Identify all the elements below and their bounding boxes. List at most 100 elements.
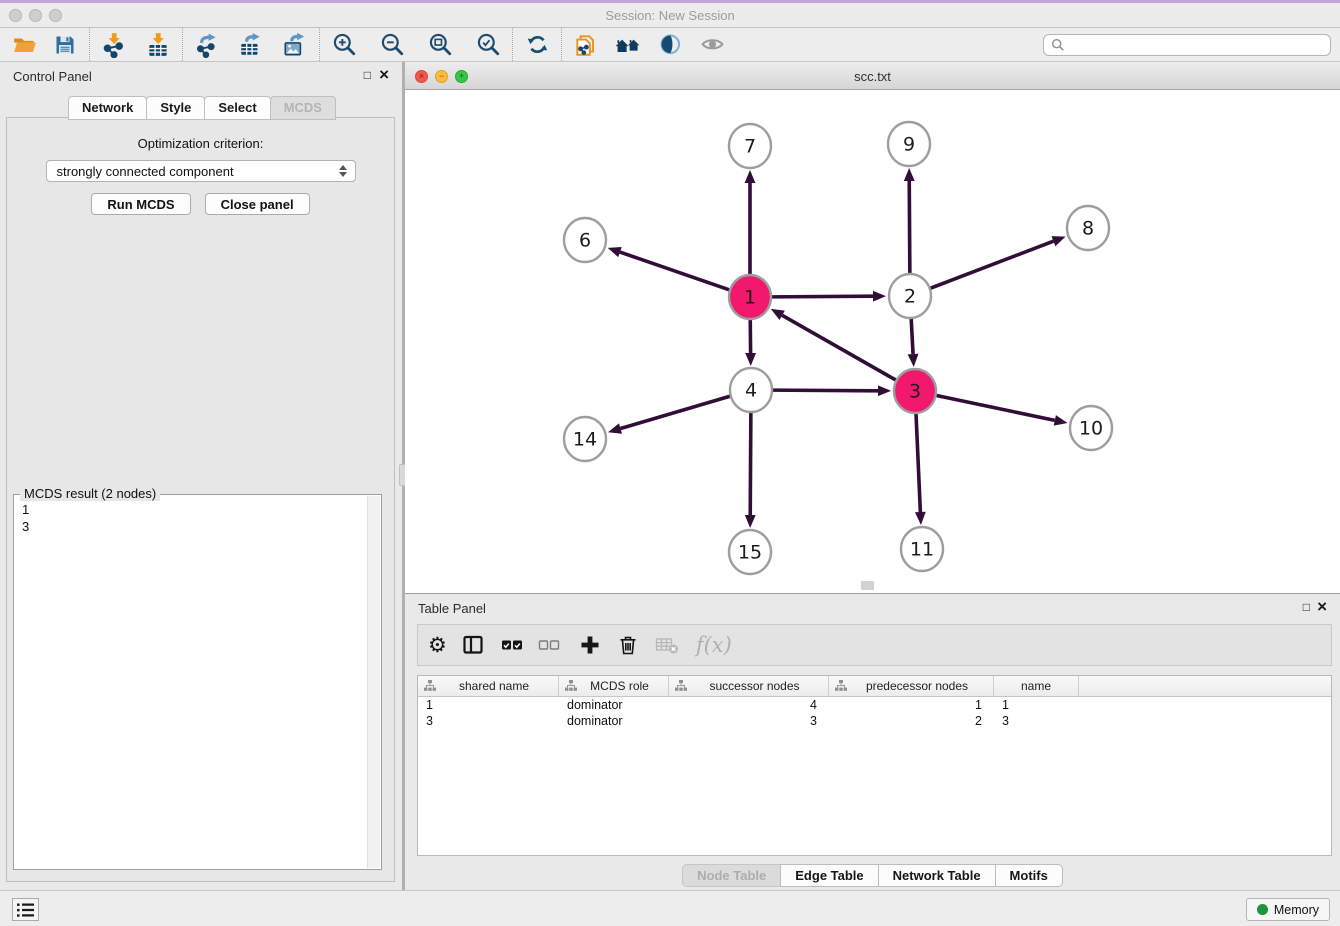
float-table-panel-icon[interactable]: □ xyxy=(1303,600,1310,614)
cell-predecessor-nodes[interactable]: 1 xyxy=(829,698,994,712)
app-titlebar: Session: New Session xyxy=(0,0,1340,28)
tab-edge-table[interactable]: Edge Table xyxy=(780,864,878,887)
graph-node-label: 8 xyxy=(1082,218,1094,240)
graph-edge-arrowhead xyxy=(1052,236,1066,246)
open-session-icon[interactable] xyxy=(10,30,40,60)
app-title: Session: New Session xyxy=(0,8,1340,23)
graph-edge-1-2[interactable] xyxy=(772,296,873,297)
run-mcds-button[interactable]: Run MCDS xyxy=(91,193,190,215)
refresh-icon[interactable] xyxy=(522,30,552,60)
export-image-icon[interactable] xyxy=(280,30,310,60)
cell-successor-nodes[interactable]: 4 xyxy=(669,698,829,712)
graph-edge-3-11[interactable] xyxy=(916,413,920,512)
table-panel-title: Table Panel xyxy=(418,601,486,616)
graph-edge-4-14[interactable] xyxy=(620,396,729,428)
graph-edge-2-8[interactable] xyxy=(931,241,1054,288)
tab-mcds[interactable]: MCDS xyxy=(270,96,336,120)
search-icon xyxy=(1051,38,1065,52)
table-settings-gear-icon[interactable]: ⚙ xyxy=(428,630,447,660)
graph-node-label: 14 xyxy=(573,429,597,451)
vizmapper-icon[interactable] xyxy=(655,30,685,60)
close-panel-icon[interactable]: × xyxy=(379,65,389,85)
delete-trash-icon[interactable] xyxy=(618,630,638,660)
float-panel-icon[interactable]: □ xyxy=(364,68,371,82)
column-hierarchy-icon xyxy=(424,680,436,692)
column-hierarchy-icon xyxy=(565,680,577,692)
zoom-in-icon[interactable] xyxy=(329,30,359,60)
graph-edge-arrowhead xyxy=(608,247,622,257)
graph-edge-arrowhead xyxy=(608,423,622,433)
graph-node-label: 1 xyxy=(744,287,756,309)
import-table-icon[interactable] xyxy=(143,30,173,60)
cell-shared-name[interactable]: 3 xyxy=(418,714,559,728)
result-line: 1 xyxy=(22,501,381,518)
zoom-fit-icon[interactable] xyxy=(425,30,455,60)
graph-edge-3-10[interactable] xyxy=(937,396,1055,421)
function-fx-icon: f(x) xyxy=(696,630,732,660)
graph-edge-2-3[interactable] xyxy=(911,318,913,354)
graph-node-label: 3 xyxy=(909,381,921,403)
cell-mcds-role[interactable]: dominator xyxy=(559,698,669,712)
network-graph[interactable]: 7968124314101511 xyxy=(405,90,1340,593)
titlebar-accent xyxy=(0,0,1340,3)
column-header-mcds-role[interactable]: MCDS role xyxy=(559,676,669,696)
network-window-titlebar[interactable]: × − + scc.txt xyxy=(405,62,1340,90)
graph-edge-arrowhead xyxy=(873,291,886,302)
cell-predecessor-nodes[interactable]: 2 xyxy=(829,714,994,728)
open-network-file-icon[interactable] xyxy=(571,30,601,60)
import-network-icon[interactable] xyxy=(99,30,129,60)
graph-edge-1-6[interactable] xyxy=(620,252,729,290)
tab-node-table[interactable]: Node Table xyxy=(682,864,781,887)
tab-style[interactable]: Style xyxy=(146,96,205,120)
cell-shared-name[interactable]: 1 xyxy=(418,698,559,712)
show-hide-eye-icon xyxy=(697,30,727,60)
zoom-selected-icon[interactable] xyxy=(473,30,503,60)
delete-column-icon xyxy=(655,630,679,660)
control-panel-title: Control Panel xyxy=(13,69,92,84)
result-scrollbar[interactable] xyxy=(367,496,380,868)
select-all-icon[interactable] xyxy=(501,630,523,660)
zoom-out-icon[interactable] xyxy=(377,30,407,60)
canvas-grip[interactable] xyxy=(861,581,874,590)
network-view-window: × − + scc.txt 7968124314101511 xyxy=(405,62,1340,593)
cell-name[interactable]: 3 xyxy=(994,714,1079,728)
toolbar-separator xyxy=(182,28,183,61)
graph-edge-2-9[interactable] xyxy=(909,181,910,274)
control-panel-tabs: Network Style Select MCDS xyxy=(0,96,403,120)
column-header-successor-nodes[interactable]: successor nodes xyxy=(669,676,829,696)
cell-mcds-role[interactable]: dominator xyxy=(559,714,669,728)
column-panel-icon[interactable] xyxy=(462,630,484,660)
deselect-all-icon[interactable] xyxy=(538,630,560,660)
table-row[interactable]: 3 dominator 3 2 3 xyxy=(418,713,1331,729)
graph-edge-4-3[interactable] xyxy=(773,390,878,391)
search-field[interactable] xyxy=(1043,34,1331,56)
save-session-icon[interactable] xyxy=(50,30,80,60)
add-column-plus-icon[interactable] xyxy=(579,630,601,660)
export-network-icon[interactable] xyxy=(192,30,222,60)
optimization-criterion-label: Optimization criterion: xyxy=(7,136,394,151)
search-input[interactable] xyxy=(1065,38,1323,52)
cell-successor-nodes[interactable]: 3 xyxy=(669,714,829,728)
mcds-result-title: MCDS result (2 nodes) xyxy=(20,486,160,501)
memory-button[interactable]: Memory xyxy=(1246,898,1330,921)
graph-edge-3-1[interactable] xyxy=(782,315,896,380)
ndex-homes-icon[interactable] xyxy=(613,30,643,60)
task-history-button[interactable] xyxy=(12,898,39,921)
close-table-panel-icon[interactable]: × xyxy=(1317,597,1327,617)
column-header-shared-name[interactable]: shared name xyxy=(418,676,559,696)
tab-network-table[interactable]: Network Table xyxy=(878,864,996,887)
tab-network[interactable]: Network xyxy=(68,96,147,120)
optimization-criterion-select[interactable]: strongly connected component xyxy=(46,160,356,182)
cell-name[interactable]: 1 xyxy=(994,698,1079,712)
network-canvas[interactable]: 7968124314101511 xyxy=(405,90,1340,593)
column-header-name[interactable]: name xyxy=(994,676,1079,696)
export-table-icon[interactable] xyxy=(236,30,266,60)
graph-edge-4-15[interactable] xyxy=(750,412,751,515)
table-row[interactable]: 1 dominator 4 1 1 xyxy=(418,697,1331,713)
close-panel-button[interactable]: Close panel xyxy=(205,193,310,215)
column-header-predecessor-nodes[interactable]: predecessor nodes xyxy=(829,676,994,696)
tab-select[interactable]: Select xyxy=(204,96,270,120)
tab-motifs[interactable]: Motifs xyxy=(995,864,1063,887)
control-panel: Control Panel □ × Network Style Select M… xyxy=(0,62,403,890)
graph-edge-arrowhead xyxy=(915,512,926,525)
